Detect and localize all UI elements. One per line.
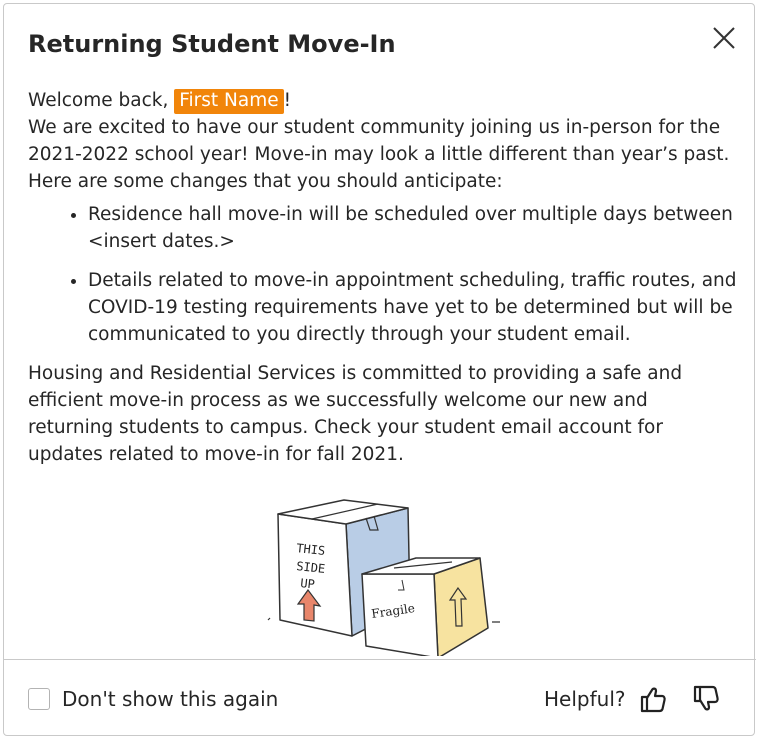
dont-show-label[interactable]: Don't show this again (62, 687, 278, 711)
dont-show-checkbox[interactable] (28, 688, 50, 710)
thumbs-down-icon[interactable] (691, 684, 721, 714)
close-icon[interactable] (708, 22, 740, 54)
dialog-title: Returning Student Move-In (28, 30, 396, 58)
helpful-label: Helpful? (544, 687, 626, 711)
changes-list: Residence hall move-in will be scheduled… (28, 201, 738, 348)
closing-paragraph: Housing and Residential Services is comm… (28, 363, 683, 465)
box1-label-3: UP (300, 576, 316, 591)
list-item: Residence hall move-in will be scheduled… (88, 201, 738, 255)
thumbs-up-icon[interactable] (638, 684, 668, 714)
list-item: Details related to move-in appointment s… (88, 267, 738, 348)
moving-boxes-illustration: THIS SIDE UP Fragile (267, 499, 500, 656)
dialog-body: Welcome back, First Name! We are excited… (28, 87, 738, 468)
greeting: Welcome back, First Name! (28, 87, 738, 114)
greeting-prefix: Welcome back, (28, 90, 175, 111)
greeting-suffix: ! (283, 90, 292, 111)
intro-paragraph: We are excited to have our student commu… (28, 117, 730, 192)
move-in-dialog: Returning Student Move-In Welcome back, … (3, 3, 756, 737)
first-name-token: First Name (174, 89, 284, 114)
dialog-footer: Don't show this again Helpful? (4, 659, 756, 737)
